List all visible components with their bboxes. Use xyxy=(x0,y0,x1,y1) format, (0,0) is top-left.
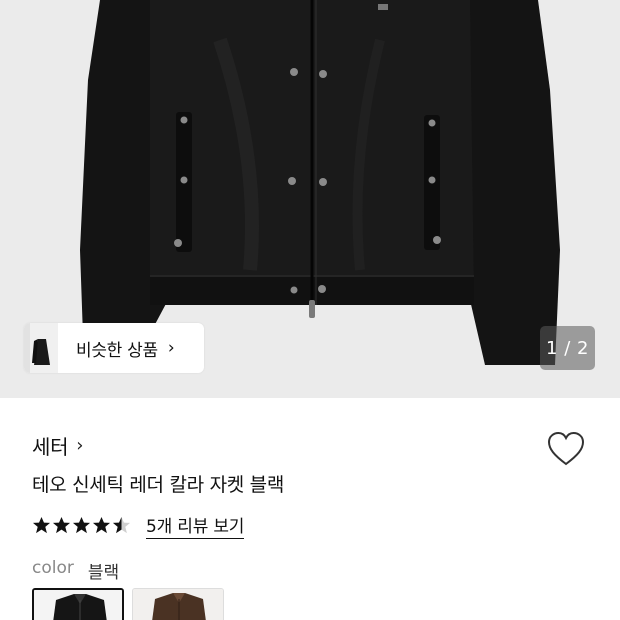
star-full-icon xyxy=(72,516,91,534)
brand-name: 세터 xyxy=(32,435,69,459)
product-image-carousel[interactable]: 비슷한 상품 › 1 / 2 xyxy=(0,0,620,398)
brown-jacket-swatch[interactable] xyxy=(132,588,224,620)
image-pager-indicator: 1 / 2 xyxy=(540,326,595,370)
selected-color-value: 블랙 xyxy=(87,563,120,583)
star-half-icon xyxy=(112,516,131,534)
black-jacket-swatch[interactable] xyxy=(32,588,124,620)
rating-row: 5개 리뷰 보기 xyxy=(32,512,244,539)
chevron-right-icon: › xyxy=(76,435,84,456)
chevron-right-icon: › xyxy=(167,338,175,358)
color-selector-label: color 블랙 xyxy=(32,558,119,583)
star-full-icon xyxy=(92,516,111,534)
similar-products-button[interactable]: 비슷한 상품 › xyxy=(24,323,204,373)
view-reviews-link[interactable]: 5개 리뷰 보기 xyxy=(146,512,244,539)
star-full-icon xyxy=(52,516,71,534)
color-label: color xyxy=(32,558,74,578)
heart-outline-icon[interactable] xyxy=(546,430,586,468)
star-rating xyxy=(32,516,132,535)
brand-link[interactable]: 세터 › xyxy=(32,431,83,460)
product-title: 테오 신세틱 레더 칼라 자켓 블랙 xyxy=(32,474,285,496)
star-full-icon xyxy=(32,516,51,534)
similar-product-thumbnail xyxy=(24,323,58,373)
similar-products-label: 비슷한 상품 xyxy=(76,340,158,361)
